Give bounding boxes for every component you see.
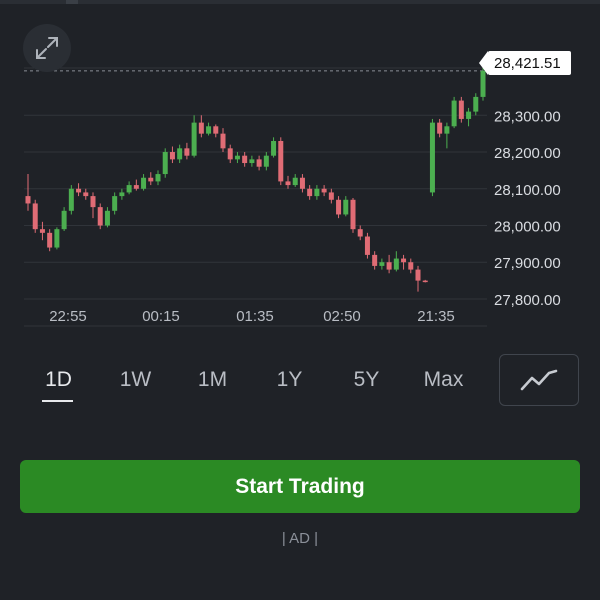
range-5y[interactable]: 5Y: [328, 368, 405, 392]
candle-body: [343, 199, 349, 215]
candle-body: [350, 199, 356, 230]
candle-body: [393, 258, 399, 270]
candle-body: [263, 155, 269, 167]
candle-body: [372, 254, 378, 266]
range-1y[interactable]: 1Y: [251, 368, 328, 392]
candle-body: [314, 188, 320, 197]
candle-body: [133, 185, 139, 189]
y-axis-label: 28,100.00: [494, 182, 561, 199]
candle-body: [25, 196, 31, 204]
candle-body: [162, 152, 168, 175]
x-axis-label: 02:50: [323, 308, 361, 325]
candle-body: [256, 159, 262, 167]
range-max[interactable]: Max: [405, 368, 482, 392]
candle-body: [90, 196, 96, 208]
candle-body: [242, 155, 248, 164]
candle-body: [271, 140, 277, 156]
candle-body: [54, 229, 60, 248]
x-axis-label: 21:35: [417, 308, 455, 325]
candle-body: [97, 207, 103, 226]
candle-body: [386, 262, 392, 270]
candle-body: [422, 280, 428, 283]
y-axis-label: 28,200.00: [494, 145, 561, 162]
range-1d[interactable]: 1D: [20, 368, 97, 402]
x-axis-label: 00:15: [142, 308, 180, 325]
candle-body: [169, 152, 175, 160]
y-axis-label: 27,900.00: [494, 255, 561, 272]
candle-body: [119, 192, 125, 197]
candle-body: [148, 177, 154, 182]
candle-body: [408, 262, 414, 270]
time-range-selector: 1D 1W 1M 1Y 5Y Max: [20, 357, 490, 403]
candle-body: [112, 196, 118, 211]
candle-body: [357, 229, 363, 237]
candle-body: [47, 232, 53, 248]
candle-body: [32, 203, 38, 230]
candle-body: [227, 148, 233, 160]
candle-body: [307, 188, 313, 197]
candle-body: [458, 100, 464, 119]
ad-label: | AD |: [281, 530, 319, 547]
x-axis-label: 22:55: [49, 308, 87, 325]
candle-body: [451, 100, 457, 127]
candle-body: [104, 210, 110, 226]
candle-body: [61, 210, 67, 230]
candle-body: [184, 148, 190, 156]
candle-body: [285, 181, 291, 186]
candle-body: [198, 122, 204, 134]
y-axis-label: 27,800.00: [494, 292, 561, 309]
candle-body: [177, 148, 183, 160]
candle-body: [292, 177, 298, 186]
candle-body: [39, 229, 45, 233]
candle-body: [213, 126, 219, 134]
candle-body: [364, 236, 370, 255]
candle-body: [68, 188, 74, 211]
candle-body: [299, 177, 305, 189]
candle-body: [473, 96, 479, 112]
candle-body: [141, 177, 147, 189]
candle-body: [336, 199, 342, 215]
candle-body: [444, 126, 450, 134]
candle-body: [379, 262, 385, 266]
candle-body: [437, 122, 443, 134]
candle-body: [415, 269, 421, 281]
candle-body: [328, 192, 334, 200]
candle-body: [401, 258, 407, 263]
current-price-value: 28,421.51: [494, 54, 561, 72]
current-price-tag: 28,421.51: [479, 51, 571, 75]
candle-body: [249, 159, 255, 164]
range-1w[interactable]: 1W: [97, 368, 174, 392]
x-axis-label: 01:35: [236, 308, 274, 325]
candle-body: [191, 122, 197, 156]
expand-icon: [36, 37, 58, 59]
candle-body: [155, 174, 161, 182]
expand-button[interactable]: [23, 24, 71, 72]
candle-body: [321, 188, 327, 193]
candle-body: [234, 155, 240, 160]
chart-type-button[interactable]: [499, 354, 579, 406]
candle-body: [466, 111, 472, 119]
candle-body: [220, 133, 226, 149]
range-1m[interactable]: 1M: [174, 368, 251, 392]
candle-body: [126, 185, 132, 193]
line-chart-icon: [520, 369, 558, 391]
candle-body: [278, 140, 284, 182]
y-axis-label: 28,300.00: [494, 108, 561, 125]
start-trading-button[interactable]: Start Trading: [20, 460, 580, 513]
candle-body: [83, 192, 89, 197]
y-axis-label: 28,000.00: [494, 218, 561, 235]
candle-body: [429, 122, 435, 193]
candle-body: [76, 188, 82, 193]
candle-body: [206, 126, 212, 134]
